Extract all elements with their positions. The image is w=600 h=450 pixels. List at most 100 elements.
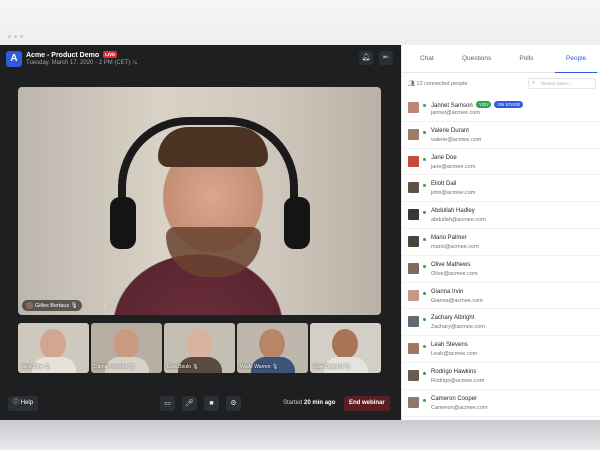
person-email: Gianna@acmee.com [431, 297, 483, 304]
person-row[interactable]: Zachary Albright Zachary@acmee.com [402, 309, 600, 337]
person-name: Eliott Dail [431, 181, 456, 187]
search-input[interactable]: ⌕ Search name... [528, 78, 596, 89]
avatar [408, 262, 419, 274]
participant-name: Elsa Boulo [167, 364, 191, 370]
elapsed-prefix: Started [283, 400, 303, 406]
person-row[interactable]: Gianna Irvin Gianna@acmee.com [402, 283, 600, 310]
person-name: Jannet Samson YOU ON STAGE [431, 101, 524, 109]
tab-chat[interactable]: Chat [402, 45, 452, 72]
participant-name-label: Elise Dupond 🎙︎ [313, 364, 351, 370]
person-row[interactable]: Olive Mathews Olive@acmee.com [402, 256, 600, 283]
person-row[interactable]: Jannet Samson YOU ON STAGE jannet@acmee.com [402, 95, 600, 122]
camera-button[interactable]: ■ [204, 396, 219, 411]
participant-face [40, 329, 66, 359]
participant-thumbnail[interactable]: Elsa Boulo 🎙︎ [164, 323, 235, 373]
main-speaker-video[interactable]: Gilles Bertaux 🎙︎ ⋮ [18, 87, 381, 315]
gear-icon: ⚙ [230, 400, 237, 407]
person-name-text: Valerie Durant [431, 127, 469, 134]
online-status-dot [423, 345, 426, 349]
person-row[interactable]: Rodrigo Hawkins Rodrigo@acmee.com [402, 363, 600, 390]
avatar [408, 396, 419, 408]
person-email: mario@acmee.com [431, 243, 479, 250]
tab-questions[interactable]: Questions [452, 45, 502, 72]
person-name-text: Leah Stevens [431, 342, 468, 349]
online-status-dot [423, 130, 426, 134]
search-icon: ⌕ [532, 80, 536, 86]
tab-people[interactable]: People [551, 45, 600, 73]
participant-thumbnail[interactable]: Elise Dupond 🎙︎ [310, 323, 381, 373]
person-row[interactable]: Eliott Dail john@acmee.com [402, 175, 600, 203]
person-name: Cameron Cooper [431, 396, 477, 402]
stage-header: A Acme - Product Demo LIVE Tuesday, March… [0, 45, 401, 75]
person-row[interactable]: Jane Doe jane@acmee.com [402, 149, 600, 176]
mic-icon: 🎙︎ [271, 364, 279, 370]
avatar [408, 128, 419, 140]
person-row[interactable]: Mario Palmer mario@acmee.com [402, 229, 600, 256]
speaker-name-tag: Gilles Bertaux 🎙︎ [22, 300, 82, 311]
bell-icon[interactable]: 🔔︎ [359, 51, 373, 65]
screen-share-button[interactable]: ▭ [160, 396, 175, 411]
avatar [408, 235, 419, 247]
person-name: Zachary Albright [431, 315, 474, 321]
window-dots [8, 35, 23, 38]
online-status-dot [423, 371, 426, 375]
person-email: john@acmee.com [431, 190, 476, 197]
bottom-shadow [0, 420, 600, 450]
mic-icon: 🎙︎ [43, 364, 51, 370]
person-name-text: Rodrigo Hawkins [431, 368, 477, 375]
help-icon: ⓘ [13, 400, 20, 406]
help-label: Help [20, 400, 34, 406]
online-status-dot [423, 184, 426, 188]
exit-icon[interactable]: ⇤ [379, 51, 393, 65]
elapsed-value: 20 min ago [304, 400, 336, 406]
on-stage-badge: ON STAGE [494, 101, 524, 108]
person-email: valerie@acmee.com [431, 136, 482, 143]
participant-thumbnail[interactable]: Damien Verron 🎙︎ [91, 323, 162, 373]
person-name: Rodrigo Hawkins [431, 369, 476, 375]
online-status-dot [423, 264, 426, 268]
speaker-beard [166, 227, 261, 277]
online-status-dot [423, 291, 426, 295]
more-options-icon[interactable]: ⋮ [102, 303, 108, 310]
end-webinar-button[interactable]: End webinar [344, 396, 390, 411]
settings-button[interactable]: ⚙ [226, 396, 241, 411]
person-name-text: Jane Doe [431, 154, 457, 161]
mic-icon: 🎙︎ [344, 364, 351, 370]
online-status-dot [423, 398, 426, 402]
participant-name-label: Jane Doe 🎙︎ [21, 364, 50, 370]
person-name-text: Eliott Dail [431, 181, 457, 188]
microphone-button[interactable]: 🎤︎ [182, 396, 197, 411]
share-icon[interactable]: ⤯ [132, 60, 137, 66]
person-email: Olive@acmee.com [431, 270, 478, 277]
mic-icon: 🎙︎ [192, 364, 199, 370]
person-name: Olive Mathews [431, 262, 470, 268]
person-row[interactable]: Leah Stevens Leah@acmee.com [402, 336, 600, 363]
help-button[interactable]: ⓘ Help [8, 396, 39, 411]
participant-name-label: Elsa Boulo 🎙︎ [167, 364, 199, 370]
participant-thumbnail[interactable]: Wade Warren 🎙︎ [237, 323, 308, 373]
person-row[interactable]: Abdullah Hadley abdullah@acmee.com [402, 202, 600, 229]
panel-tabs: Chat Questions Polls People [402, 45, 600, 73]
person-name: Valerie Durant [431, 128, 469, 134]
participant-thumbnails: Jane Doe 🎙︎ Damien Verron 🎙︎ Elsa Boulo 🎙︎… [18, 323, 381, 373]
person-name-text: Gianna Irvin [431, 288, 464, 295]
speaker-hair [158, 127, 268, 167]
person-name-text: Olive Mathews [431, 261, 471, 268]
online-status-dot [423, 157, 426, 161]
person-row[interactable]: Cameron Cooper Cameron@acmee.com [402, 390, 600, 417]
webinar-stage: A Acme - Product Demo LIVE Tuesday, March… [0, 45, 401, 420]
person-email: Rodrigo@acmee.com [431, 377, 485, 384]
speaker-ear-left [110, 197, 136, 249]
person-row[interactable]: Valerie Durant valerie@acmee.com [402, 122, 600, 149]
participant-face [113, 329, 139, 359]
person-name-text: Zachary Albright [431, 315, 475, 322]
participant-thumbnail[interactable]: Jane Doe 🎙︎ [18, 323, 89, 373]
browser-chrome [0, 0, 600, 45]
elapsed-time: Started 20 min ago [283, 400, 335, 406]
online-status-dot [423, 237, 426, 241]
person-name-text: Abdullah Hadley [431, 208, 475, 215]
people-list: Jannet Samson YOU ON STAGE jannet@acmee.com… [402, 95, 600, 417]
you-badge: YOU [475, 101, 492, 108]
person-name-text: Cameron Cooper [431, 395, 478, 402]
tab-polls[interactable]: Polls [502, 45, 552, 72]
